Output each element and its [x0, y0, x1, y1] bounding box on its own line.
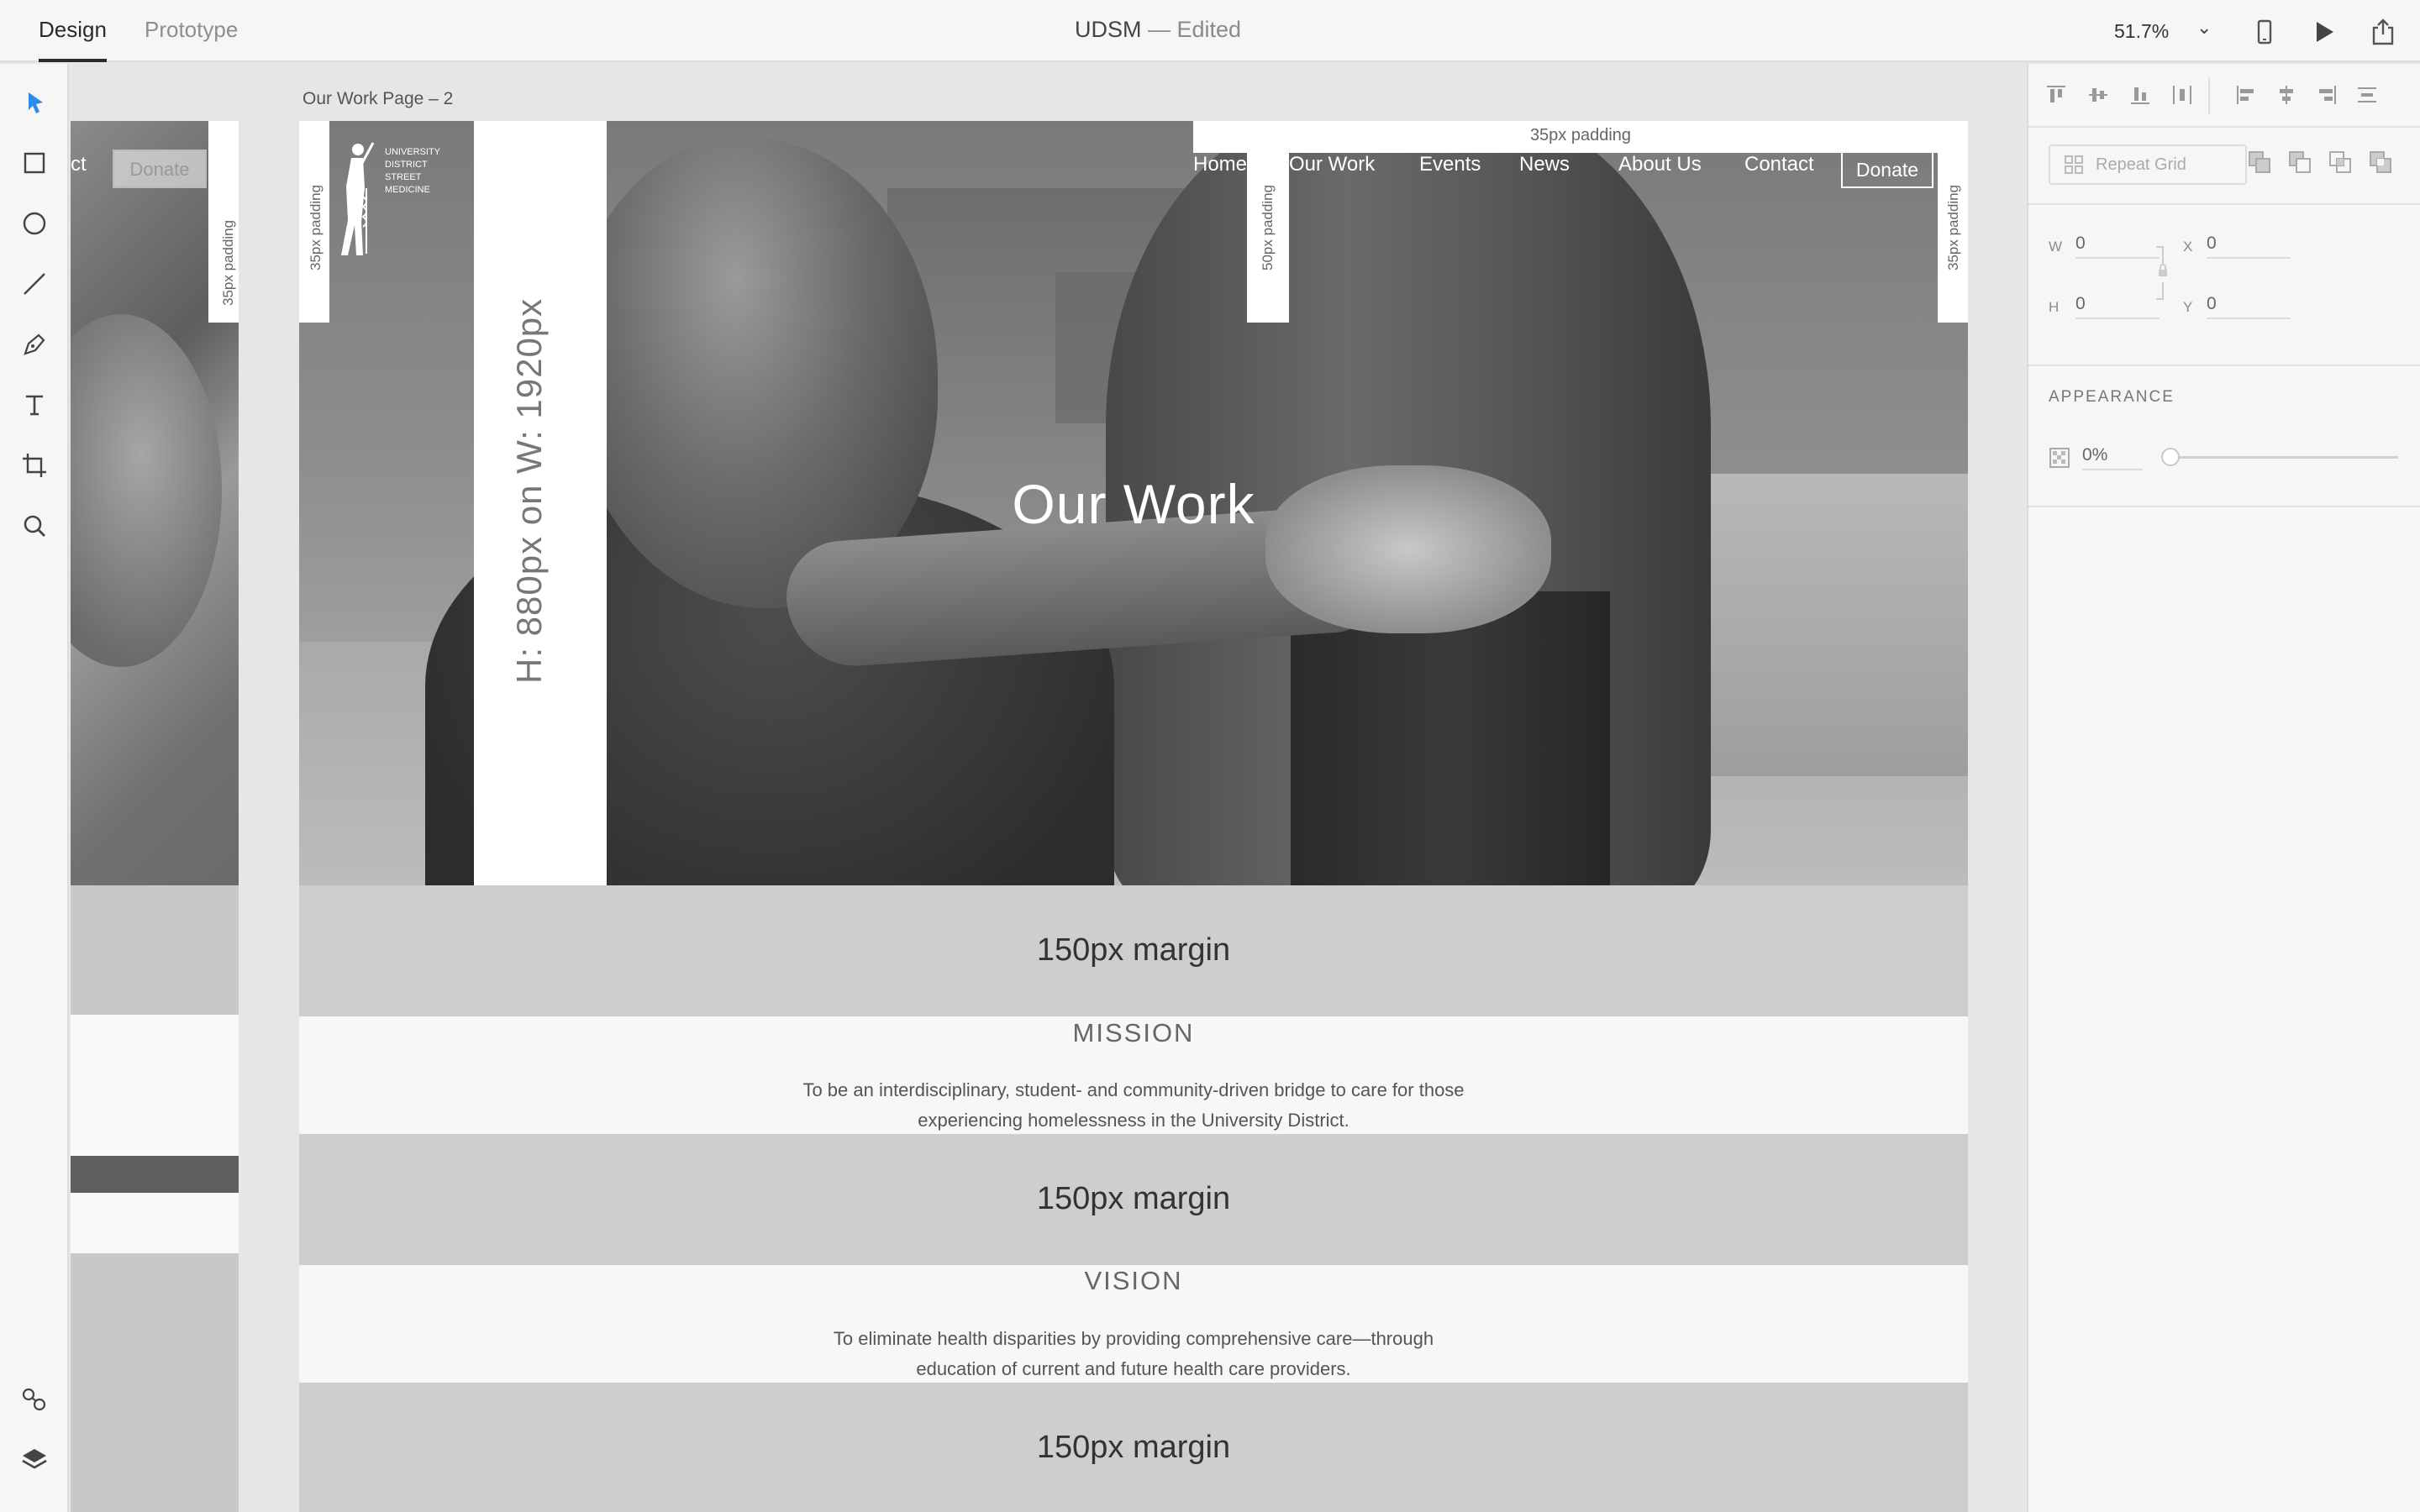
height-label: H	[2049, 299, 2060, 315]
distribute-horizontal-icon[interactable]	[2170, 82, 2195, 108]
nav-item-events[interactable]: Events	[1419, 153, 1481, 176]
share-icon[interactable]	[2368, 17, 2398, 47]
opacity-icon	[2049, 448, 2070, 468]
ellipse-icon[interactable]	[18, 207, 51, 240]
divider	[2028, 506, 2420, 507]
repeat-grid-icon	[2065, 155, 2083, 174]
device-preview-icon[interactable]	[2249, 17, 2280, 47]
nav-item-home[interactable]: Home	[1193, 153, 1247, 176]
tool-bar	[0, 64, 69, 1512]
opacity-field[interactable]: 0%	[2082, 445, 2143, 470]
padding-label: 35px padding	[220, 219, 236, 306]
padding-label-right: 35px padding	[1945, 184, 1961, 270]
vision-text: To eliminate health disparities by provi…	[719, 1324, 1548, 1384]
margin-guide: 150px margin	[299, 1383, 1968, 1512]
align-center-icon[interactable]	[2274, 82, 2299, 108]
nav-item-contact[interactable]: ct	[71, 153, 87, 176]
artboard-our-work[interactable]: H: 880px on W: 1920px 35px padding 35px …	[299, 121, 1968, 1512]
repeat-grid-button[interactable]: Repeat Grid	[2049, 144, 2247, 185]
mission-text-line: experiencing homelessness in the Univers…	[918, 1110, 1349, 1131]
y-field[interactable]: 0	[2207, 294, 2291, 319]
standing-person-legs	[1291, 591, 1610, 885]
height-field[interactable]: 0	[2075, 294, 2160, 319]
align-top-icon[interactable]	[2044, 82, 2069, 108]
select-icon[interactable]	[18, 86, 51, 119]
margin-guide: 150px margin	[299, 1134, 1968, 1265]
nav-item-our-work[interactable]: Our Work	[1289, 153, 1375, 176]
mission-heading: MISSION	[1072, 1018, 1195, 1047]
udsm-logo-icon[interactable]	[329, 138, 375, 257]
rectangle-icon[interactable]	[18, 146, 51, 180]
artboard-previous[interactable]: ct Donate 35px padding	[71, 121, 239, 1512]
divider	[2028, 203, 2420, 205]
play-icon[interactable]	[2308, 17, 2338, 47]
margin-guide	[71, 885, 239, 1015]
design-canvas[interactable]: ct Donate 35px padding Our Work Page – 2…	[71, 64, 2025, 1512]
chevron-down-icon[interactable]: ⌄	[2196, 17, 2212, 39]
boolean-subtract-icon[interactable]	[2286, 148, 2314, 176]
mission-text: To be an interdisciplinary, student- and…	[719, 1075, 1548, 1136]
donate-button[interactable]: Donate	[1841, 150, 1933, 188]
zoom-level[interactable]: 51.7%	[2114, 20, 2169, 43]
vision-heading: VISION	[1084, 1266, 1183, 1295]
nav-item-news[interactable]: News	[1519, 153, 1570, 176]
x-label: X	[2183, 239, 2193, 255]
margin-label: 150px margin	[1036, 932, 1231, 968]
repeat-grid-label: Repeat Grid	[2096, 155, 2186, 174]
padding-label-left: 35px padding	[308, 184, 324, 270]
distribute-vertical-icon[interactable]	[2354, 82, 2380, 108]
margin-guide	[71, 1253, 239, 1512]
boolean-exclude-icon[interactable]	[2366, 148, 2395, 176]
donate-button[interactable]: Donate	[113, 150, 207, 188]
boolean-add-icon[interactable]	[2245, 148, 2274, 176]
logo-text: UNIVERSITY DISTRICT STREET MEDICINE	[385, 147, 440, 195]
boolean-intersect-icon[interactable]	[2326, 148, 2354, 176]
dark-band	[71, 1156, 239, 1193]
align-left-icon[interactable]	[2233, 82, 2259, 108]
margin-guide: 150px margin	[299, 885, 1968, 1016]
zoom-icon[interactable]	[18, 509, 51, 543]
margin-label: 150px margin	[1036, 1181, 1231, 1216]
pen-icon[interactable]	[18, 328, 51, 361]
opacity-slider-track[interactable]	[2170, 456, 2398, 459]
nav-item-contact[interactable]: Contact	[1744, 153, 1814, 176]
document-title: UDSM — Edited	[0, 17, 2316, 43]
mission-text-line: To be an interdisciplinary, student- and…	[802, 1079, 1465, 1100]
divider	[2028, 365, 2420, 366]
artboard-icon[interactable]	[18, 449, 51, 482]
document-status: — Edited	[1141, 17, 1242, 42]
y-label: Y	[2183, 299, 2193, 315]
hero-title: Our Work	[1012, 473, 1255, 535]
top-bar: Design Prototype UDSM — Edited 51.7% ⌄	[0, 0, 2420, 62]
divider	[2208, 77, 2210, 114]
line-icon[interactable]	[18, 267, 51, 301]
vision-text-line: To eliminate health disparities by provi…	[833, 1328, 1434, 1349]
hero-image: H: 880px on W: 1920px 35px padding 35px …	[299, 121, 1968, 885]
artboard-name[interactable]: Our Work Page – 2	[302, 89, 453, 109]
vision-text-line: education of current and future health c…	[916, 1358, 1351, 1379]
align-right-icon[interactable]	[2314, 82, 2339, 108]
width-field[interactable]: 0	[2075, 234, 2160, 259]
opacity-slider-handle[interactable]	[2161, 448, 2180, 466]
padding-label-top: 35px padding	[1529, 126, 1632, 144]
appearance-heading: APPEARANCE	[2049, 388, 2175, 406]
width-label: W	[2049, 239, 2063, 255]
property-inspector: Repeat Grid W 0 X 0 H 0 Y 0 APPEARANCE 0…	[2027, 64, 2420, 1512]
document-name: UDSM	[1074, 17, 1142, 42]
nav-item-about-us[interactable]: About Us	[1618, 153, 1702, 176]
text-icon[interactable]	[18, 388, 51, 422]
padding-label-mid: 50px padding	[1260, 184, 1276, 270]
layers-icon[interactable]	[18, 1443, 51, 1477]
assets-icon[interactable]	[18, 1383, 51, 1416]
align-bottom-icon[interactable]	[2128, 82, 2153, 108]
x-field[interactable]: 0	[2207, 234, 2291, 259]
margin-label: 150px margin	[1036, 1430, 1231, 1465]
divider	[2028, 126, 2420, 128]
align-middle-icon[interactable]	[2086, 82, 2111, 108]
